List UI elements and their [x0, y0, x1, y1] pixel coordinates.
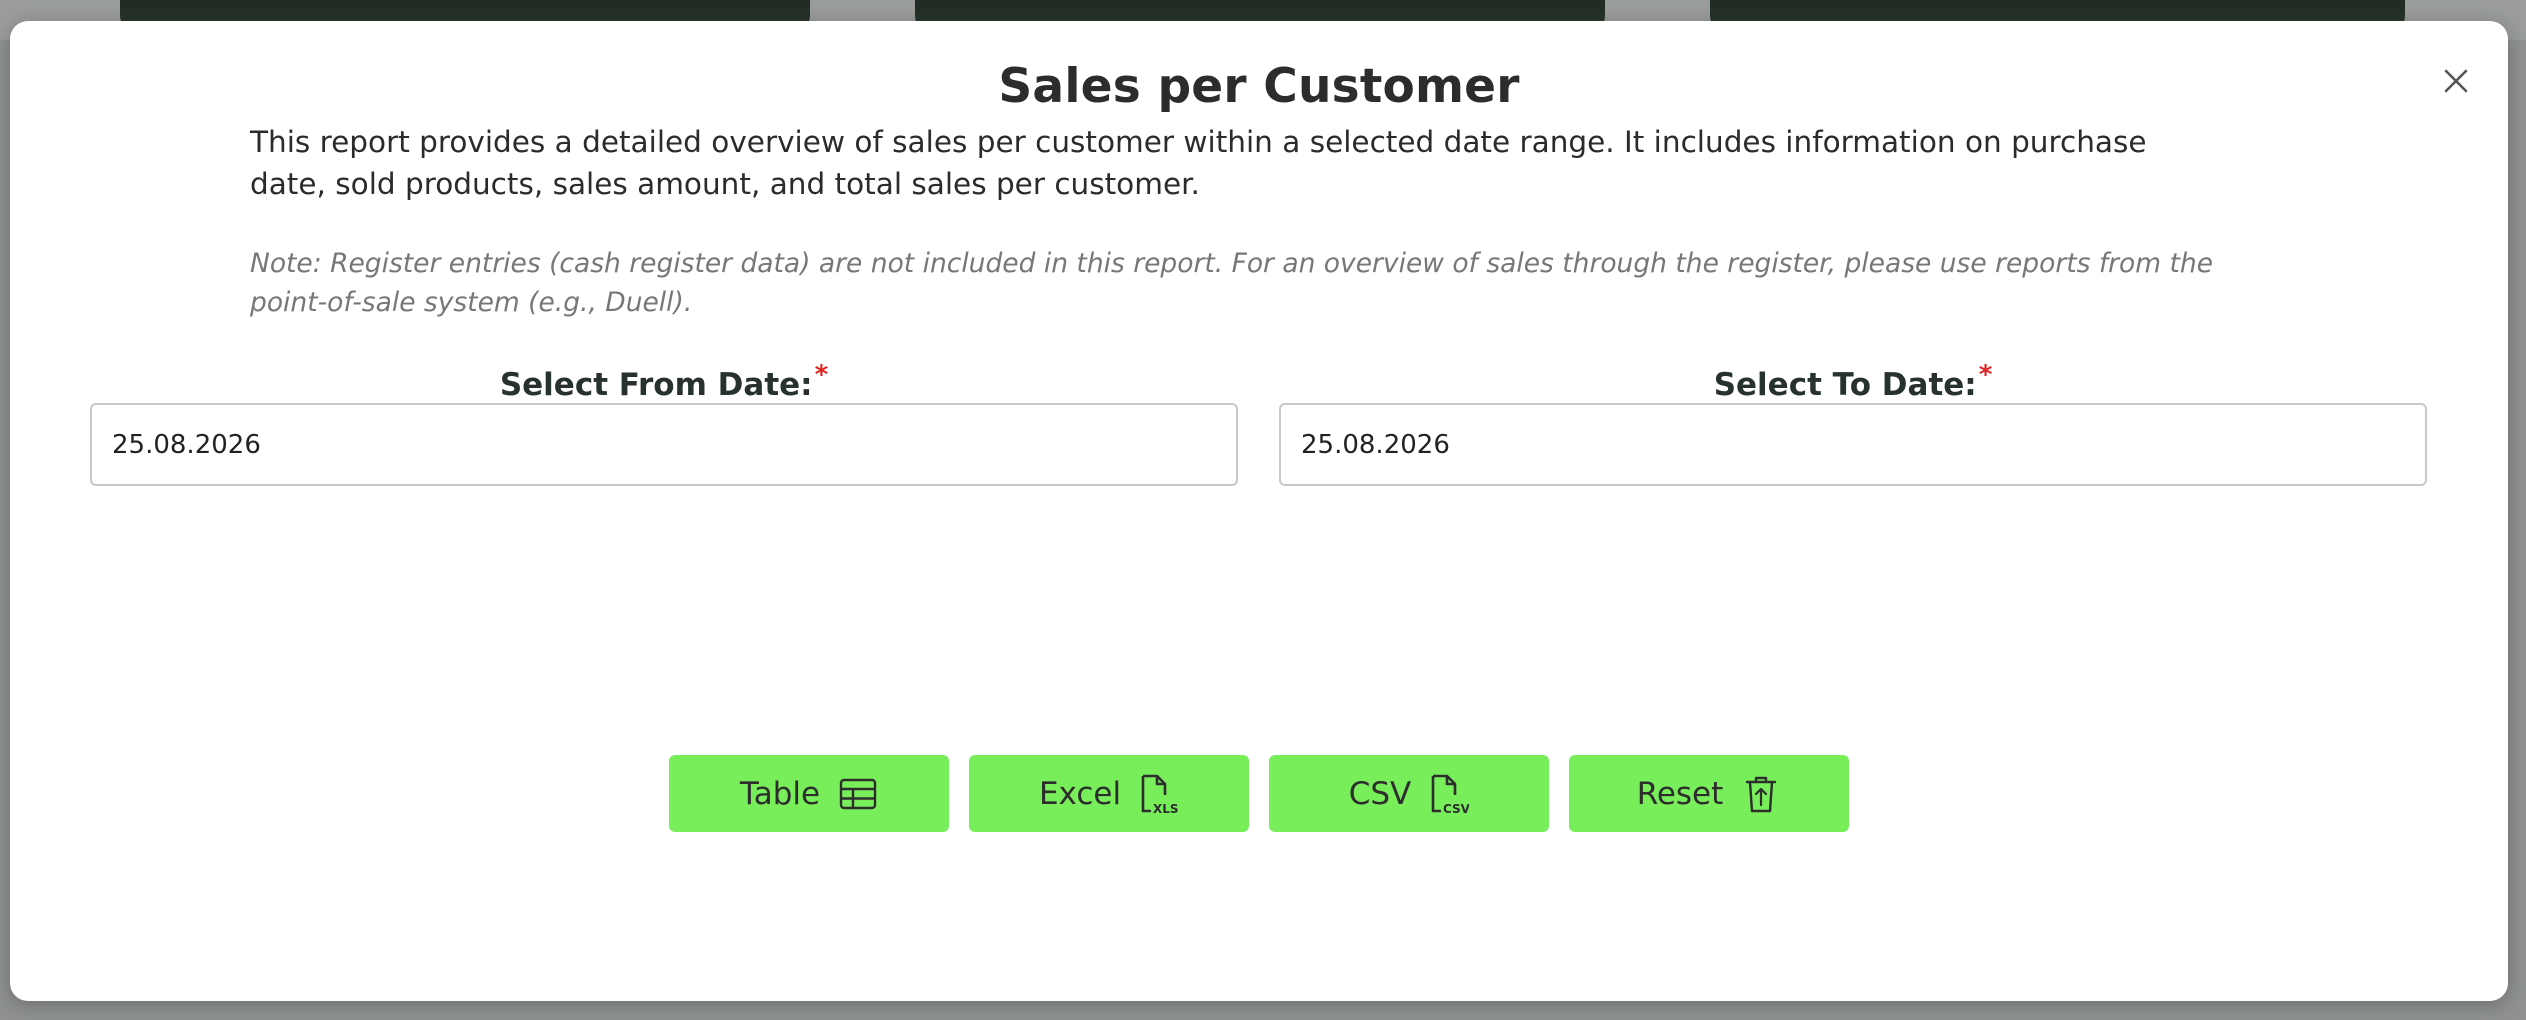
csv-file-icon: CSV	[1429, 774, 1469, 815]
table-button-label: Table	[739, 775, 821, 812]
svg-text:CSV: CSV	[1443, 802, 1469, 815]
svg-text:XLS: XLS	[1153, 802, 1179, 815]
modal-title: Sales per Customer	[998, 59, 1520, 114]
from-date-label-text: Select From Date:	[499, 367, 813, 403]
action-buttons: Table Excel XLS CSV CSV Reset	[669, 755, 1849, 832]
csv-button-label: CSV	[1348, 775, 1412, 812]
xls-file-icon: XLS	[1139, 774, 1179, 815]
report-note: Note: Register entries (cash register da…	[250, 248, 2213, 318]
reset-button[interactable]: Reset	[1569, 755, 1849, 832]
table-icon	[838, 774, 878, 814]
to-date-label-text: Select To Date:	[1713, 367, 1977, 403]
from-date-label: Select From Date:*	[90, 353, 1238, 403]
required-marker: *	[1978, 360, 1993, 390]
to-date-field: Select To Date:*	[1279, 353, 2427, 486]
table-button[interactable]: Table	[669, 755, 949, 832]
required-marker: *	[814, 360, 829, 390]
reset-button-label: Reset	[1636, 775, 1724, 812]
excel-button[interactable]: Excel XLS	[969, 755, 1249, 832]
excel-button-label: Excel	[1038, 775, 1122, 812]
report-modal: Sales per Customer This report provides …	[10, 21, 2508, 1001]
from-date-input[interactable]	[90, 403, 1238, 486]
to-date-label: Select To Date:*	[1279, 353, 2427, 403]
trash-icon	[1741, 774, 1781, 814]
from-date-field: Select From Date:*	[90, 353, 1238, 486]
csv-button[interactable]: CSV CSV	[1269, 755, 1549, 832]
to-date-input[interactable]	[1279, 403, 2427, 486]
report-description: This report provides a detailed overview…	[250, 125, 2147, 201]
